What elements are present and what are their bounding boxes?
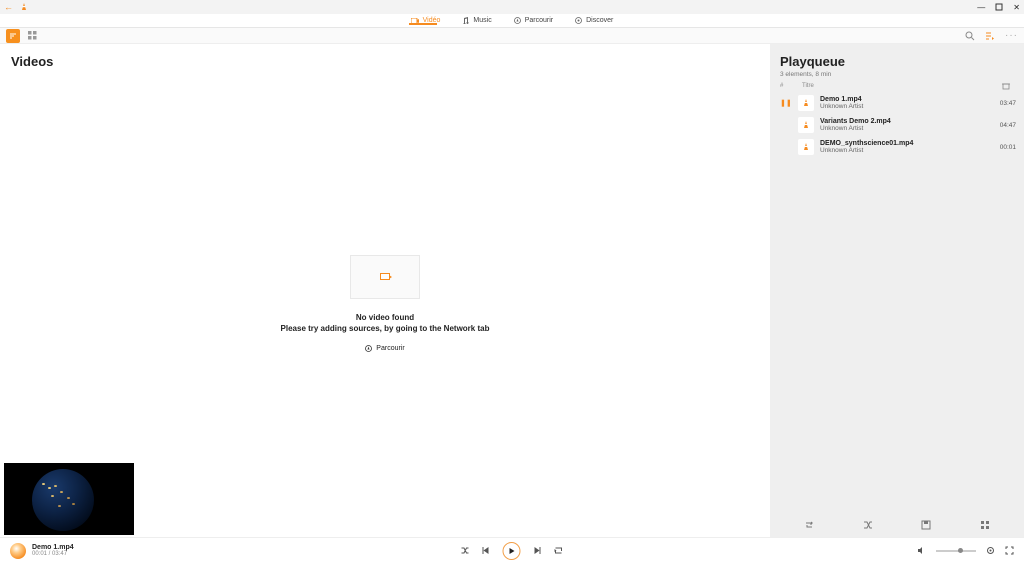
vlc-cone-icon <box>19 2 29 12</box>
queue-item-thumb <box>798 117 814 133</box>
video-recorder-icon <box>380 273 390 280</box>
close-icon[interactable]: ✕ <box>1013 3 1020 12</box>
playqueue-panel: Playqueue 3 elements, 8 min # Titre ❚❚ D… <box>770 44 1024 537</box>
music-icon <box>462 17 469 24</box>
empty-state-subtitle: Please try adding sources, by going to t… <box>281 324 490 333</box>
player-bar: Demo 1.mp4 00:01 / 03:47 <box>0 537 1024 563</box>
previous-icon[interactable] <box>482 546 491 555</box>
nav-tab-video[interactable]: Vidéo <box>411 17 441 24</box>
queue-item-title: DEMO_synthscience01.mp4 <box>820 140 913 147</box>
player-title: Demo 1.mp4 <box>32 544 74 551</box>
maximize-icon[interactable] <box>995 3 1003 12</box>
menu-icon[interactable]: ··· <box>1005 30 1018 41</box>
volume-slider[interactable] <box>936 550 976 552</box>
queue-item-artist: Unknown Artist <box>820 103 863 110</box>
repeat-icon[interactable] <box>804 520 814 530</box>
queue-col-num: # <box>780 83 792 89</box>
browse-button[interactable]: Parcourir <box>365 345 404 352</box>
volume-handle[interactable] <box>958 548 963 553</box>
content-pane: Videos No video found Please try adding … <box>0 44 770 537</box>
minimize-icon[interactable]: — <box>977 3 985 12</box>
main-area: Videos No video found Please try adding … <box>0 44 1024 537</box>
playqueue-meta: 3 elements, 8 min <box>770 71 1024 78</box>
queue-item-thumb <box>798 139 814 155</box>
cog-icon[interactable] <box>986 546 995 555</box>
nav-tab-music[interactable]: Music <box>462 17 491 24</box>
nav-tab-label: Parcourir <box>525 17 553 24</box>
save-playlist-icon[interactable] <box>921 520 931 530</box>
queue-item-artist: Unknown Artist <box>820 125 891 132</box>
queue-item-duration: 00:01 <box>1000 144 1016 151</box>
page-title: Videos <box>11 54 770 69</box>
empty-state-card <box>350 255 420 299</box>
queue-item-title: Demo 1.mp4 <box>820 96 863 103</box>
nav-tab-discover[interactable]: Discover <box>575 17 613 24</box>
volume-icon[interactable] <box>917 546 926 555</box>
search-icon[interactable] <box>965 31 975 41</box>
queue-item-duration: 04:47 <box>1000 122 1016 129</box>
playqueue-heading: Playqueue <box>780 54 1024 69</box>
discover-icon <box>575 17 582 24</box>
queue-item-duration: 03:47 <box>1000 100 1016 107</box>
clear-queue-icon[interactable] <box>1002 82 1016 90</box>
empty-state-title: No video found <box>356 313 414 322</box>
picture-in-picture[interactable] <box>4 463 134 535</box>
queue-col-title: Titre <box>792 83 1002 89</box>
pip-video-frame <box>32 469 94 531</box>
compass-icon <box>365 345 372 352</box>
fullscreen-icon[interactable] <box>1005 546 1014 555</box>
playqueue-bottom-controls <box>770 513 1024 537</box>
queue-item-artist: Unknown Artist <box>820 147 913 154</box>
loop-icon[interactable] <box>554 546 564 555</box>
playqueue-header-row: # Titre <box>770 78 1024 92</box>
back-icon[interactable]: ← <box>4 2 13 12</box>
now-playing-icon: ❚❚ <box>780 99 792 107</box>
nav-tab-parcourir[interactable]: Parcourir <box>514 17 553 24</box>
player-artwork[interactable] <box>10 543 26 559</box>
compass-icon <box>514 17 521 24</box>
player-position: 00:01 / 03:47 <box>32 551 74 557</box>
play-icon <box>510 548 515 554</box>
nav-tab-label: Discover <box>586 17 613 24</box>
nav-tab-label: Music <box>473 17 491 24</box>
shuffle-icon[interactable] <box>461 546 470 555</box>
grid-view-icon[interactable] <box>28 31 37 40</box>
playqueue-toggle-icon[interactable] <box>985 31 995 41</box>
shuffle-icon[interactable] <box>863 520 873 530</box>
nav-tab-label: Vidéo <box>423 17 441 24</box>
playqueue-list: ❚❚ Demo 1.mp4 Unknown Artist 03:47 Varia… <box>770 92 1024 513</box>
play-button[interactable] <box>503 542 521 560</box>
queue-item[interactable]: Variants Demo 2.mp4 Unknown Artist 04:47 <box>770 114 1024 136</box>
queue-item-title: Variants Demo 2.mp4 <box>820 118 891 125</box>
next-icon[interactable] <box>533 546 542 555</box>
queue-item[interactable]: ❚❚ Demo 1.mp4 Unknown Artist 03:47 <box>770 92 1024 114</box>
queue-item[interactable]: DEMO_synthscience01.mp4 Unknown Artist 0… <box>770 136 1024 158</box>
sort-button[interactable] <box>6 29 20 43</box>
toolbar: ··· <box>0 28 1024 44</box>
queue-item-thumb <box>798 95 814 111</box>
expand-icon[interactable] <box>980 520 990 530</box>
top-nav: Vidéo Music Parcourir Discover <box>0 14 1024 28</box>
browse-label: Parcourir <box>376 345 404 352</box>
window-titlebar: ← — ✕ <box>0 0 1024 14</box>
video-icon <box>411 18 419 24</box>
